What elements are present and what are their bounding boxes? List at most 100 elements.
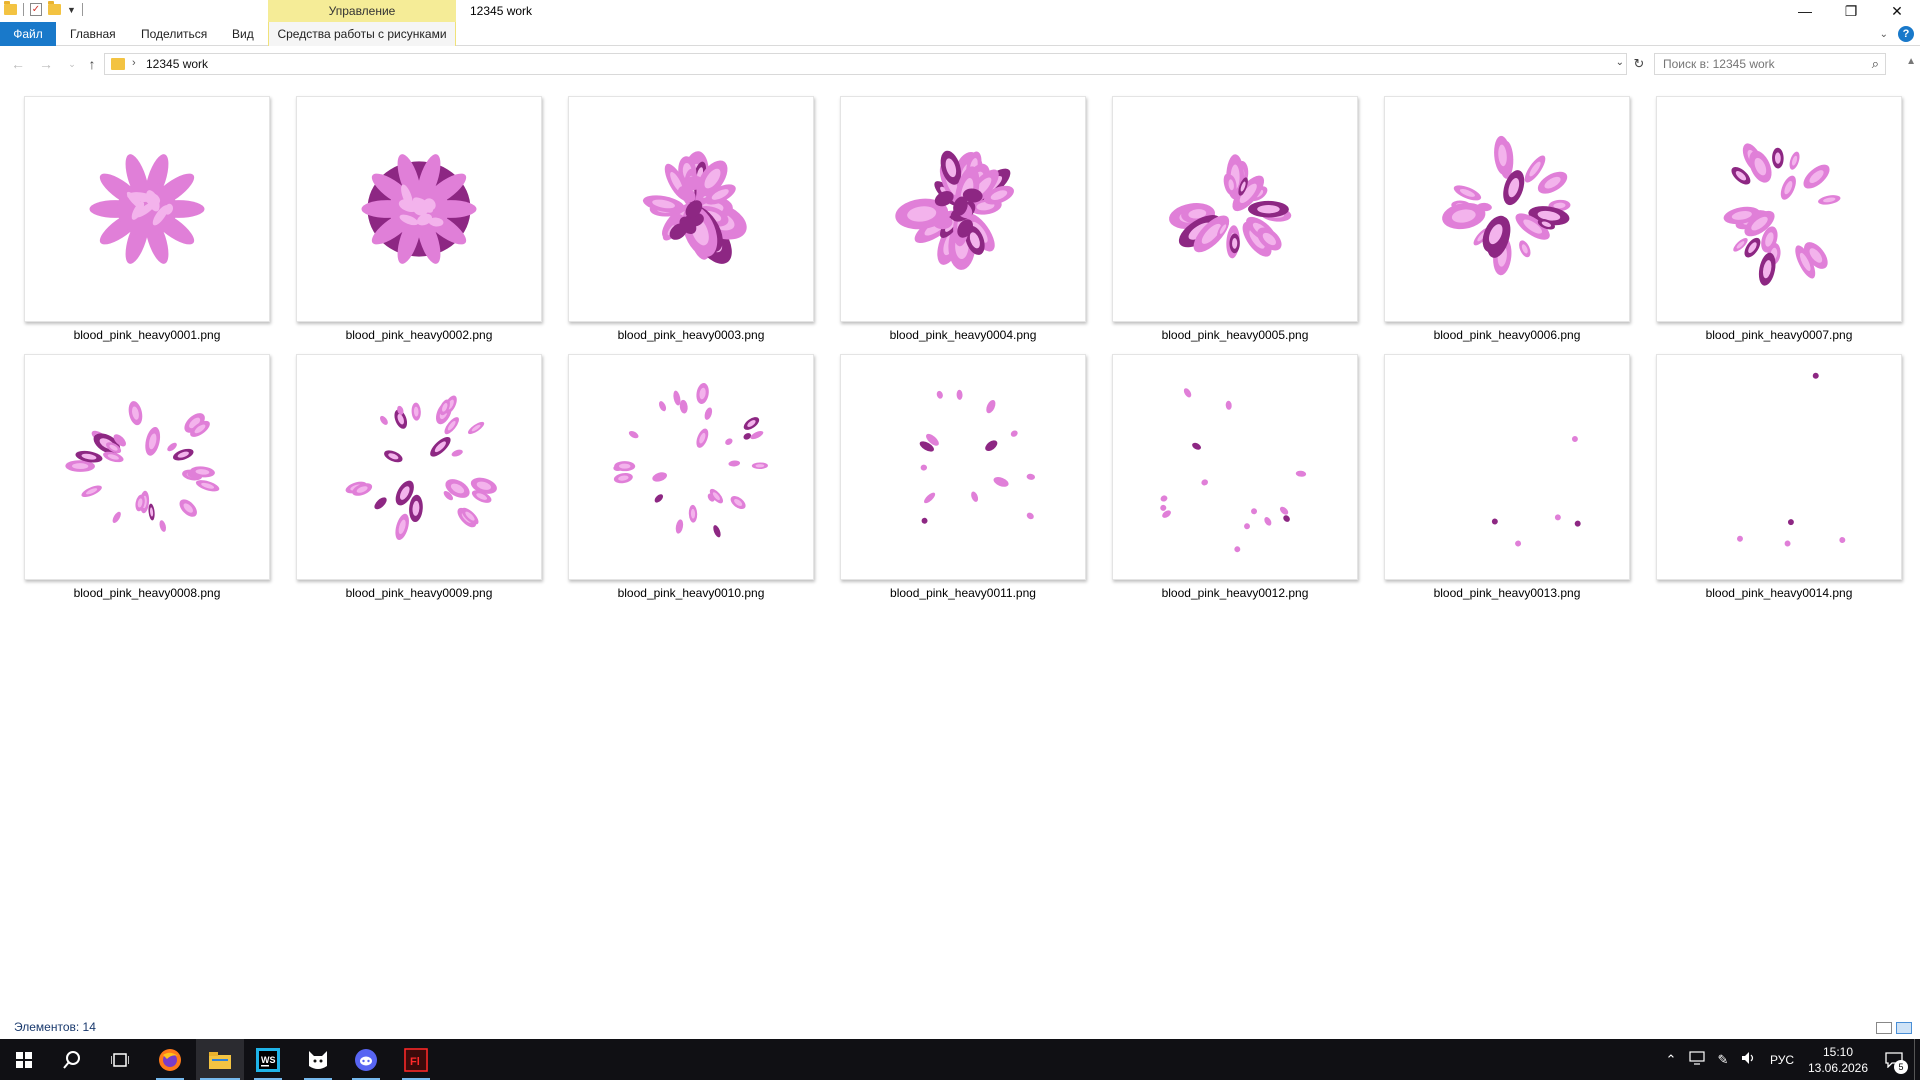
file-item[interactable]: blood_pink_heavy0002.png	[296, 96, 542, 346]
refresh-icon[interactable]: ↻	[1628, 53, 1650, 75]
tab-file[interactable]: Файл	[0, 22, 56, 46]
forward-arrow-icon[interactable]: →	[36, 54, 56, 74]
divider	[23, 3, 24, 16]
file-name[interactable]: blood_pink_heavy0010.png	[558, 586, 824, 600]
splash-image	[89, 154, 205, 264]
file-thumbnail[interactable]	[24, 96, 270, 322]
file-item[interactable]: blood_pink_heavy0004.png	[840, 96, 1086, 346]
file-explorer-window: ✓ ▼ Управление 12345 work — ❐ ✕ Файл Гла…	[0, 0, 1920, 1039]
file-item[interactable]: blood_pink_heavy0012.png	[1112, 354, 1358, 604]
splash-image	[1169, 154, 1292, 259]
file-item[interactable]: blood_pink_heavy0011.png	[840, 354, 1086, 604]
file-name[interactable]: blood_pink_heavy0011.png	[830, 586, 1096, 600]
file-thumbnail[interactable]	[1112, 96, 1358, 322]
windows-start-icon[interactable]	[0, 1039, 48, 1080]
file-name[interactable]: blood_pink_heavy0006.png	[1374, 328, 1640, 342]
chevron-up-icon[interactable]: ⌃	[1658, 1052, 1684, 1068]
clock[interactable]: 15:10 13.06.2026	[1802, 1044, 1874, 1076]
file-name[interactable]: blood_pink_heavy0013.png	[1374, 586, 1640, 600]
notification-center-icon[interactable]: 5	[1874, 1039, 1914, 1080]
new-folder-icon[interactable]	[48, 1, 61, 15]
search-icon[interactable]	[48, 1039, 96, 1080]
file-thumbnail[interactable]	[296, 96, 542, 322]
recent-locations-icon[interactable]: ⌄	[62, 54, 82, 74]
network-icon[interactable]	[1684, 1051, 1710, 1068]
discord-icon[interactable]	[342, 1039, 390, 1080]
file-thumbnail[interactable]	[1384, 96, 1630, 322]
file-thumbnail[interactable]	[568, 96, 814, 322]
file-name[interactable]: blood_pink_heavy0007.png	[1646, 328, 1912, 342]
file-item[interactable]: blood_pink_heavy0001.png	[24, 96, 270, 346]
file-name[interactable]: blood_pink_heavy0003.png	[558, 328, 824, 342]
search-input[interactable]	[1655, 54, 1855, 74]
volume-icon[interactable]	[1736, 1051, 1762, 1068]
search-box[interactable]: ⌕	[1654, 53, 1886, 75]
pen-icon[interactable]: ✎	[1710, 1052, 1736, 1068]
help-icon[interactable]: ?	[1898, 26, 1914, 42]
file-thumbnail[interactable]	[1656, 354, 1902, 580]
file-thumbnail[interactable]	[840, 96, 1086, 322]
file-item[interactable]: blood_pink_heavy0006.png	[1384, 96, 1630, 346]
window-title: 12345 work	[470, 4, 533, 18]
restore-button[interactable]: ❐	[1828, 0, 1874, 22]
firefox-icon[interactable]	[146, 1039, 194, 1080]
large-icons-view-icon[interactable]	[1896, 1022, 1912, 1034]
file-item[interactable]: blood_pink_heavy0003.png	[568, 96, 814, 346]
task-view-icon[interactable]	[96, 1039, 144, 1080]
file-thumbnail[interactable]	[24, 354, 270, 580]
file-name[interactable]: blood_pink_heavy0014.png	[1646, 586, 1912, 600]
folder-icon[interactable]	[4, 1, 17, 15]
file-thumbnail[interactable]	[840, 354, 1086, 580]
expand-ribbon-icon[interactable]: ⌄	[1880, 29, 1888, 40]
search-icon[interactable]: ⌕	[1872, 56, 1879, 72]
file-thumbnail[interactable]	[1112, 354, 1358, 580]
flash-icon[interactable]: Fl	[392, 1039, 440, 1080]
file-item[interactable]: blood_pink_heavy0008.png	[24, 354, 270, 604]
file-item[interactable]: blood_pink_heavy0013.png	[1384, 354, 1630, 604]
cat-app-icon[interactable]	[294, 1039, 342, 1080]
back-arrow-icon[interactable]: ←	[8, 54, 28, 74]
customize-toolbar-icon[interactable]: ▼	[67, 5, 76, 15]
breadcrumb-chevron-icon[interactable]: ›	[132, 57, 136, 69]
address-dropdown-icon[interactable]: ⌄	[1616, 57, 1624, 68]
breadcrumb-path[interactable]: 12345 work	[146, 57, 208, 71]
file-thumbnail[interactable]	[568, 354, 814, 580]
file-thumbnail[interactable]	[1656, 96, 1902, 322]
system-tray: ⌃ ✎ РУС 15:10 13.06.2026 5	[1658, 1039, 1920, 1080]
file-name[interactable]: blood_pink_heavy0005.png	[1102, 328, 1368, 342]
taskbar: WS Fl ⌃ ✎ РУС 15:10 13.06.2026 5	[0, 1039, 1920, 1080]
clock-date: 13.06.2026	[1807, 1060, 1869, 1075]
tab-share[interactable]: Поделиться	[129, 22, 219, 46]
webstorm-icon[interactable]: WS	[244, 1039, 292, 1080]
up-arrow-icon[interactable]: ↑	[82, 54, 102, 74]
file-item[interactable]: blood_pink_heavy0007.png	[1656, 96, 1902, 346]
file-name[interactable]: blood_pink_heavy0012.png	[1102, 586, 1368, 600]
quick-access-toolbar: ✓ ▼	[4, 1, 83, 16]
file-name[interactable]: blood_pink_heavy0009.png	[286, 586, 552, 600]
file-name[interactable]: blood_pink_heavy0001.png	[14, 328, 280, 342]
tab-picture-tools[interactable]: Средства работы с рисунками	[268, 22, 456, 46]
file-item[interactable]: blood_pink_heavy0014.png	[1656, 354, 1902, 604]
tab-home[interactable]: Главная	[58, 22, 128, 46]
show-desktop-button[interactable]	[1914, 1039, 1920, 1080]
file-thumbnail[interactable]	[1384, 354, 1630, 580]
file-thumbnail[interactable]	[296, 354, 542, 580]
file-item[interactable]: blood_pink_heavy0009.png	[296, 354, 542, 604]
properties-icon[interactable]: ✓	[30, 3, 42, 16]
divider	[81, 3, 83, 16]
ribbon-tabs: Файл Главная Поделиться Вид Средства раб…	[0, 22, 1920, 46]
file-name[interactable]: blood_pink_heavy0004.png	[830, 328, 1096, 342]
language-indicator[interactable]: РУС	[1762, 1053, 1802, 1067]
tab-view[interactable]: Вид	[220, 22, 266, 46]
details-view-icon[interactable]	[1876, 1022, 1892, 1034]
file-item[interactable]: blood_pink_heavy0005.png	[1112, 96, 1358, 346]
file-item[interactable]: blood_pink_heavy0010.png	[568, 354, 814, 604]
file-explorer-icon[interactable]	[196, 1039, 244, 1080]
scroll-up-icon[interactable]: ▲	[1906, 56, 1916, 67]
file-name[interactable]: blood_pink_heavy0008.png	[14, 586, 280, 600]
address-bar[interactable]: › 12345 work ⌄	[104, 53, 1627, 75]
splash-image	[361, 154, 477, 264]
close-button[interactable]: ✕	[1874, 0, 1920, 22]
minimize-button[interactable]: —	[1782, 0, 1828, 22]
file-name[interactable]: blood_pink_heavy0002.png	[286, 328, 552, 342]
